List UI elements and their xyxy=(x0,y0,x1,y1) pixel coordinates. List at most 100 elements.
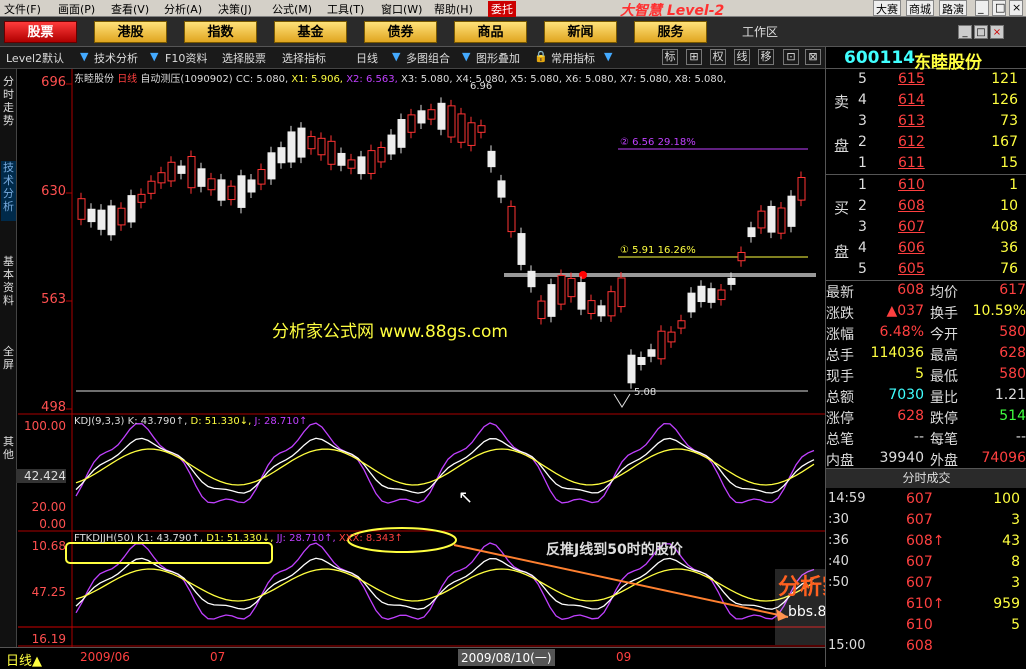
stat-value: 617 xyxy=(999,282,1026,298)
trade-time: :36 xyxy=(828,533,849,548)
workarea-label[interactable]: 工作区 xyxy=(742,23,778,40)
menu-formula[interactable]: 公式(M) xyxy=(272,1,312,17)
dropdown-arrow-icon[interactable]: ▼ xyxy=(392,50,400,63)
window-min-icon[interactable]: _ xyxy=(958,25,972,39)
dropdown-arrow-icon[interactable]: ▼ xyxy=(604,50,612,63)
chart-area[interactable]: 696 630 563 498 100.00 42.424 20.00 0.00… xyxy=(16,69,888,647)
menu-analysis[interactable]: 分析(A) xyxy=(164,1,202,17)
tech-analysis-button[interactable]: 技术分析 xyxy=(94,50,138,66)
tab-intraday[interactable]: 分时走势 xyxy=(1,75,16,127)
stat-label: 跌停 xyxy=(930,411,958,427)
chart-svg[interactable] xyxy=(18,69,825,647)
window-close-icon[interactable]: × xyxy=(990,25,1004,39)
tab-fundamental[interactable]: 基本资料 xyxy=(1,255,16,315)
minimize-icon[interactable]: _ xyxy=(975,0,989,16)
tab-hk-stocks[interactable]: 港股 xyxy=(94,21,167,43)
menu-contest[interactable]: 大赛 xyxy=(873,0,901,16)
candle-body xyxy=(167,161,176,182)
grid-icon[interactable]: ⊞ xyxy=(686,49,702,65)
menu-mall[interactable]: 商城 xyxy=(906,0,934,16)
buy-price[interactable]: 608 xyxy=(898,198,925,219)
indicator-line xyxy=(75,557,815,610)
candle-body xyxy=(657,330,666,360)
sell-price[interactable]: 612 xyxy=(898,134,925,155)
buy-price[interactable]: 610 xyxy=(898,177,925,198)
restore-icon[interactable]: □ xyxy=(992,0,1006,16)
buy-volume: 10 xyxy=(1000,198,1018,214)
line-icon[interactable]: 线 xyxy=(734,49,750,65)
overlay-button[interactable]: 图形叠加 xyxy=(476,50,520,66)
select-stock-button[interactable]: 选择股票 xyxy=(222,50,266,66)
dropdown-arrow-icon[interactable]: ▼ xyxy=(462,50,470,63)
buy-price[interactable]: 606 xyxy=(898,240,925,261)
tab-bonds[interactable]: 债券 xyxy=(364,21,437,43)
candle-body xyxy=(277,147,286,164)
date-label: 2009/06 xyxy=(80,650,130,664)
menu-window[interactable]: 窗口(W) xyxy=(381,1,422,17)
move-icon[interactable]: 移 xyxy=(758,49,774,65)
stat-value: 580 xyxy=(999,366,1026,382)
support-point xyxy=(579,271,587,279)
sell-volume: 73 xyxy=(1000,113,1018,129)
rights-icon[interactable]: 权 xyxy=(710,49,726,65)
menu-file[interactable]: 文件(F) xyxy=(4,1,41,17)
candle-body xyxy=(647,349,656,357)
buy-price[interactable]: 607 xyxy=(898,219,925,240)
sell-price[interactable]: 613 xyxy=(898,113,925,134)
trade-volume: 8 xyxy=(1011,554,1020,570)
candle-body xyxy=(97,209,106,230)
menu-decision[interactable]: 决策(J) xyxy=(218,1,252,17)
candle-body xyxy=(457,113,466,143)
trade-price: 607 xyxy=(906,512,933,528)
menu-tools[interactable]: 工具(T) xyxy=(327,1,364,17)
cursor-icon: ↖ xyxy=(458,487,474,508)
level1-label: ① 5.91 16.26% xyxy=(620,245,696,256)
candle-body xyxy=(767,205,776,233)
menu-help[interactable]: 帮助(H) xyxy=(434,1,473,17)
buy-label: 盘 xyxy=(834,243,850,261)
menu-roadshow[interactable]: 路演 xyxy=(939,0,967,16)
tab-news[interactable]: 新闻 xyxy=(544,21,617,43)
select-indicator-button[interactable]: 选择指标 xyxy=(282,50,326,66)
candle-body xyxy=(397,119,406,148)
candle-body xyxy=(367,150,376,174)
tab-index[interactable]: 指数 xyxy=(184,21,257,43)
kdj-axis-current: 42.424 xyxy=(16,469,66,483)
tab-technical[interactable]: 技术分析 xyxy=(1,161,16,221)
tab-funds[interactable]: 基金 xyxy=(274,21,347,43)
mark-icon[interactable]: 标 xyxy=(662,49,678,65)
candle-body xyxy=(707,288,716,303)
close-pane-icon[interactable]: ⊠ xyxy=(805,49,821,65)
multi-chart-button[interactable]: 多图组合 xyxy=(406,50,450,66)
layout-default[interactable]: Level2默认 xyxy=(6,50,64,66)
dropdown-arrow-icon[interactable]: ▼ xyxy=(80,50,88,63)
lock-icon[interactable]: 🔒 xyxy=(534,50,548,63)
tab-other[interactable]: 其他 xyxy=(1,435,16,465)
menu-trade[interactable]: 委托 xyxy=(488,1,516,17)
sell-price[interactable]: 614 xyxy=(898,92,925,113)
stat-value: 628 xyxy=(897,408,924,424)
buy-price[interactable]: 605 xyxy=(898,261,925,282)
window-max-icon[interactable]: □ xyxy=(974,25,988,39)
tab-stocks[interactable]: 股票 xyxy=(4,21,77,43)
period-daily-button[interactable]: 日线 xyxy=(356,50,378,66)
common-indicator-button[interactable]: 常用指标 xyxy=(551,50,595,66)
sell-price[interactable]: 611 xyxy=(898,155,925,176)
period-indicator[interactable]: 日线▲ xyxy=(6,650,42,669)
close-icon[interactable]: × xyxy=(1009,0,1023,16)
trades-title[interactable]: 分时成交 xyxy=(826,469,1026,488)
tab-fullscreen[interactable]: 全屏 xyxy=(1,345,16,375)
tab-commodities[interactable]: 商品 xyxy=(454,21,527,43)
dropdown-arrow-icon[interactable]: ▼ xyxy=(150,50,158,63)
sell-price[interactable]: 615 xyxy=(898,71,925,92)
order-level: 1 xyxy=(858,177,867,193)
tab-services[interactable]: 服务 xyxy=(634,21,707,43)
function-bar: Level2默认 ▼ 技术分析 ▼ F10资料 选择股票 选择指标 日线 ▼ 多… xyxy=(0,47,825,69)
f10-button[interactable]: F10资料 xyxy=(165,50,207,66)
window-icon[interactable]: ⊡ xyxy=(783,49,799,65)
buy-volume: 408 xyxy=(991,219,1018,235)
stat-value: 1.21 xyxy=(994,387,1026,403)
buy-label: 买 xyxy=(834,199,850,217)
menu-screen[interactable]: 画面(P) xyxy=(58,1,95,17)
menu-view[interactable]: 查看(V) xyxy=(111,1,149,17)
